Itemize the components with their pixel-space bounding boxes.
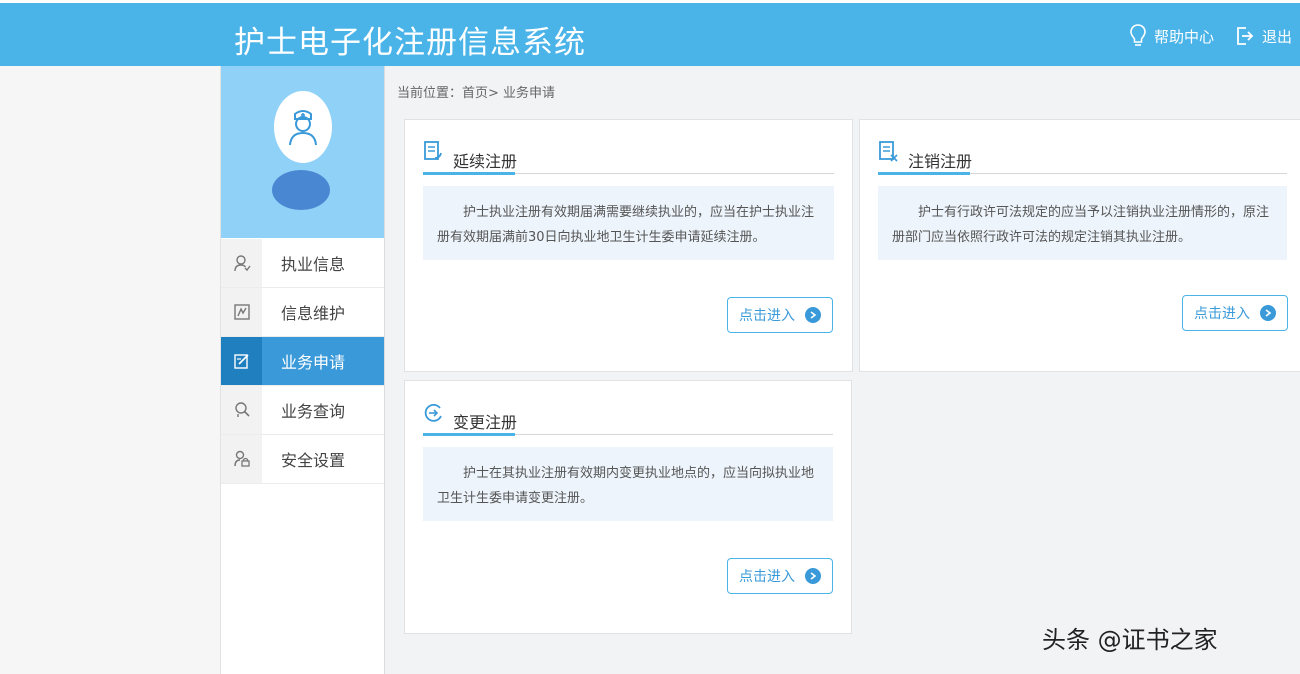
renew-doc-icon <box>424 141 442 160</box>
user-name-badge <box>272 170 330 210</box>
person-icon <box>221 239 262 287</box>
help-center-link[interactable]: 帮助中心 <box>1130 23 1214 49</box>
button-label: 点击进入 <box>739 569 795 585</box>
lightbulb-icon <box>1130 24 1146 46</box>
sidebar-item-business-apply[interactable]: 业务申请 <box>221 337 384 386</box>
chevron-right-icon <box>1260 305 1276 321</box>
sidebar-item-practice-info[interactable]: 执业信息 <box>221 239 384 288</box>
app-title: 护士电子化注册信息系统 <box>234 25 586 61</box>
nurse-avatar-icon <box>289 110 317 146</box>
change-arrow-icon <box>424 403 442 422</box>
chevron-right-icon <box>805 307 821 323</box>
sidebar-menu: 执业信息 信息维护 业务申请 业务查询 安全设置 <box>221 239 384 484</box>
sidebar-item-security-settings[interactable]: 安全设置 <box>221 435 384 484</box>
card-description: 护士执业注册有效期届满需要继续执业的，应当在护士执业注册有效期届满前30日向执业… <box>423 186 834 260</box>
avatar[interactable] <box>274 91 332 163</box>
sidebar-item-label: 安全设置 <box>280 451 345 470</box>
help-center-label: 帮助中心 <box>1154 27 1215 46</box>
document-edit-icon <box>221 337 262 385</box>
edit-box-icon <box>221 288 262 336</box>
renew-enter-button[interactable]: 点击进入 <box>727 297 833 333</box>
profile-panel <box>221 66 384 238</box>
card-header: 延续注册 <box>423 140 834 175</box>
search-person-icon <box>221 386 262 434</box>
sidebar-item-label: 执业信息 <box>280 255 345 274</box>
cancel-enter-button[interactable]: 点击进入 <box>1182 295 1288 331</box>
watermark: 头条 @证书之家 <box>1042 626 1218 654</box>
title-underline <box>423 172 515 175</box>
sidebar-item-business-query[interactable]: 业务查询 <box>221 386 384 435</box>
card-description: 护士在其执业注册有效期内变更执业地点的，应当向拟执业地卫生计生委申请变更注册。 <box>423 447 833 521</box>
change-enter-button[interactable]: 点击进入 <box>727 558 833 594</box>
lock-person-icon <box>221 435 262 483</box>
left-margin <box>0 66 221 674</box>
sidebar-item-label: 业务申请 <box>280 353 345 372</box>
change-registration-card: 变更注册 护士在其执业注册有效期内变更执业地点的，应当向拟执业地卫生计生委申请变… <box>404 380 852 634</box>
cancel-doc-icon <box>879 141 898 162</box>
logout-icon <box>1237 27 1254 45</box>
title-underline <box>423 433 515 436</box>
card-header: 注销注册 <box>878 140 1287 175</box>
button-label: 点击进入 <box>739 308 795 324</box>
card-title: 变更注册 <box>453 413 518 432</box>
top-header: 护士电子化注册信息系统 帮助中心 退出 <box>0 0 1300 66</box>
breadcrumb: 当前位置：首页> 业务申请 <box>397 86 556 101</box>
sidebar: 执业信息 信息维护 业务申请 业务查询 安全设置 <box>221 66 385 674</box>
card-title: 延续注册 <box>453 152 518 171</box>
logout-link[interactable]: 退出 <box>1236 23 1292 49</box>
sidebar-item-label: 信息维护 <box>280 304 345 323</box>
sidebar-item-info-maintenance[interactable]: 信息维护 <box>221 288 384 337</box>
renew-registration-card: 延续注册 护士执业注册有效期届满需要继续执业的，应当在护士执业注册有效期届满前3… <box>404 119 853 372</box>
card-header: 变更注册 <box>423 401 833 436</box>
card-description: 护士有行政许可法规定的应当予以注销执业注册情形的，原注册部门应当依照行政许可法的… <box>878 186 1287 260</box>
chevron-right-icon <box>805 568 821 584</box>
card-title: 注销注册 <box>908 152 973 171</box>
sidebar-item-label: 业务查询 <box>280 402 345 421</box>
title-underline <box>878 172 970 175</box>
logout-label: 退出 <box>1262 27 1293 46</box>
cancel-registration-card: 注销注册 护士有行政许可法规定的应当予以注销执业注册情形的，原注册部门应当依照行… <box>859 119 1300 372</box>
button-label: 点击进入 <box>1194 306 1250 322</box>
